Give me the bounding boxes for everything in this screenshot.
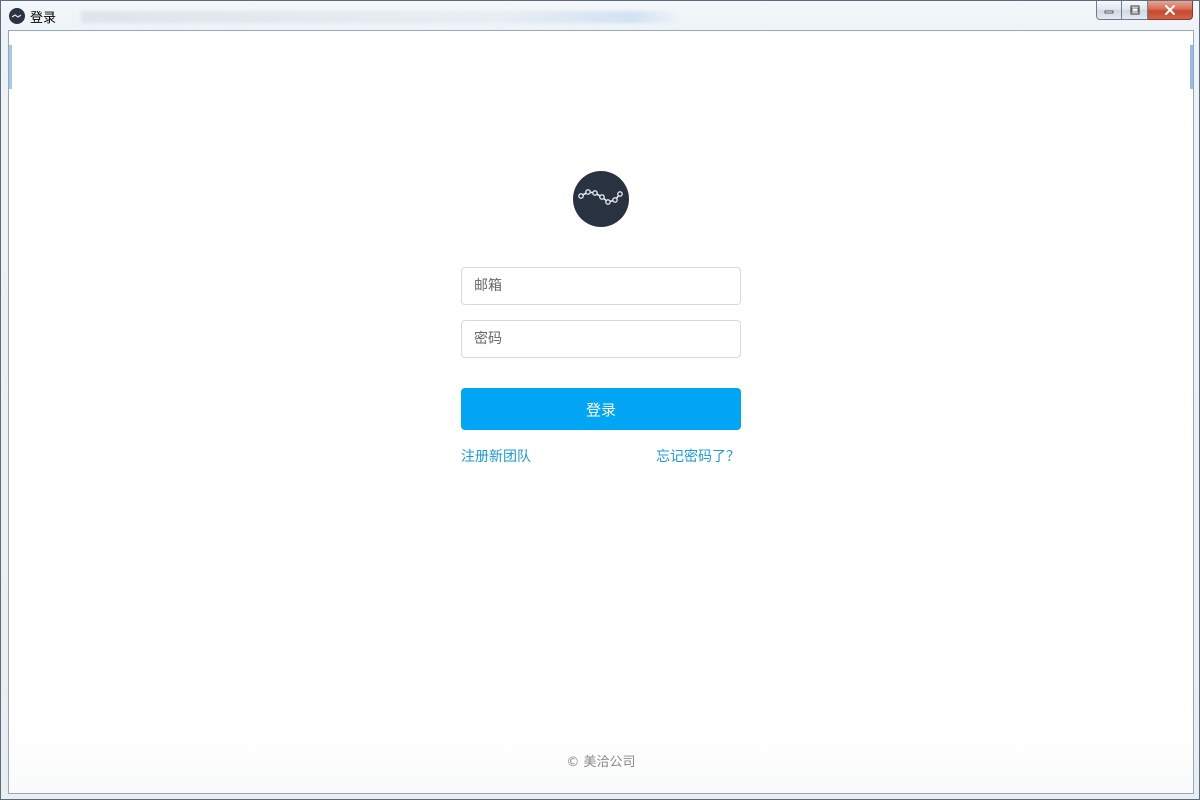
minimize-button[interactable]	[1096, 1, 1122, 20]
footer: © 美洽公司	[9, 729, 1193, 793]
title-bar-background-blur	[81, 11, 681, 23]
register-team-link[interactable]: 注册新团队	[461, 446, 531, 466]
close-button[interactable]	[1148, 1, 1193, 20]
email-field[interactable]	[461, 267, 741, 305]
login-button[interactable]: 登录	[461, 388, 741, 430]
left-edge-accent	[9, 45, 12, 89]
password-field[interactable]	[461, 320, 741, 358]
copyright-text: © 美洽公司	[566, 755, 636, 770]
window-title: 登录	[30, 11, 57, 26]
right-edge-accent	[1190, 45, 1193, 89]
app-icon	[9, 8, 25, 24]
window-controls	[1096, 1, 1193, 21]
login-page: 登录 注册新团队 忘记密码了？ © 美洽公司	[8, 30, 1194, 794]
app-window: 登录 邮箱 登录 注册新团队 忘记密码了？ © 美洽公司	[0, 0, 1200, 800]
brand-logo	[573, 171, 629, 227]
close-icon	[1165, 5, 1175, 15]
line-chart-icon	[578, 189, 623, 205]
maximize-button[interactable]	[1122, 1, 1148, 20]
forgot-password-link[interactable]: 忘记密码了？	[656, 446, 740, 466]
restore-icon	[1130, 5, 1139, 15]
title-bar[interactable]: 登录	[1, 1, 1199, 30]
minimize-icon	[1104, 10, 1114, 14]
